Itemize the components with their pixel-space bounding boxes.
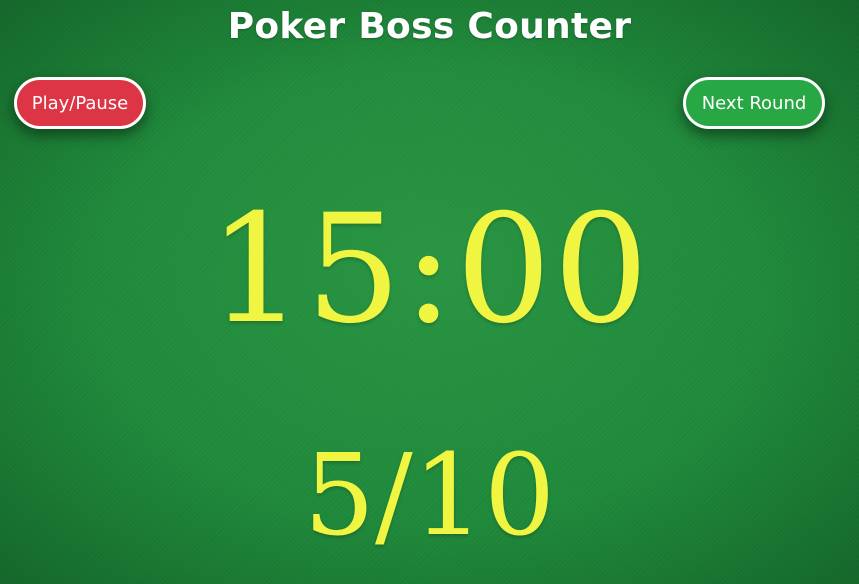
- round-counter: 5/10: [303, 431, 556, 561]
- page-title: Poker Boss Counter: [227, 6, 632, 47]
- play-pause-button[interactable]: Play/Pause: [14, 77, 146, 129]
- countdown-timer: 15:00: [208, 183, 651, 357]
- next-round-button[interactable]: Next Round: [683, 77, 825, 129]
